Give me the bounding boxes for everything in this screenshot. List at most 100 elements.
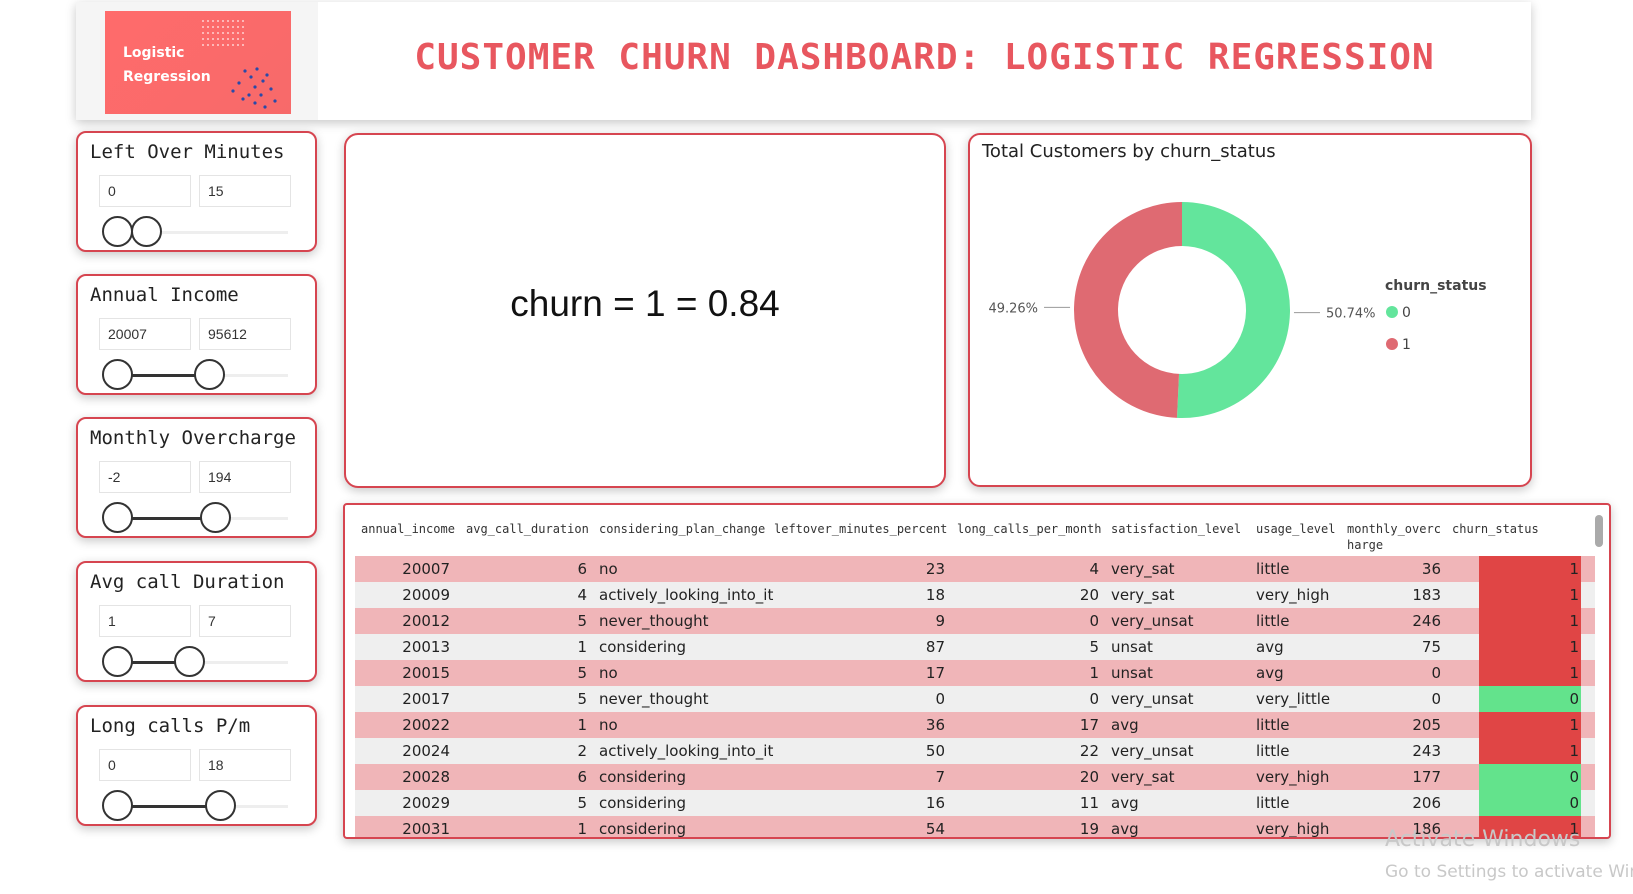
logo-dot [202, 38, 204, 40]
max-value-input[interactable]: 18 [199, 749, 291, 781]
column-header[interactable]: monthly_overc harge [1347, 521, 1441, 553]
table-cell: never_thought [599, 612, 709, 630]
max-value-input[interactable]: 15 [199, 175, 291, 207]
legend-title: churn_status [1385, 278, 1487, 294]
table-cell: actively_looking_into_it [599, 742, 774, 760]
table-row[interactable]: 20012 5 never_thought 9 0 very_unsat little 246… [355, 608, 1595, 634]
logo-dot [263, 105, 267, 109]
max-value-input[interactable]: 7 [199, 605, 291, 637]
table-cell: 1 [577, 820, 587, 838]
table-cell: 5 [577, 690, 587, 708]
slider-max-handle[interactable] [200, 502, 231, 533]
slider-min-handle[interactable] [102, 646, 133, 677]
column-header[interactable]: usage_level [1256, 521, 1335, 537]
customer-table: annual_income avg_call_duration consider… [343, 503, 1611, 839]
column-header[interactable]: annual_income [361, 521, 455, 537]
column-header[interactable]: considering_plan_change [599, 521, 765, 537]
table-cell: very_unsat [1111, 612, 1194, 630]
column-header[interactable]: satisfaction_level [1111, 521, 1241, 537]
min-value-input[interactable]: 0 [99, 175, 191, 207]
table-cell: considering [599, 638, 687, 656]
logo-dot [237, 26, 239, 28]
logo-line1: Logistic [123, 45, 185, 61]
churn-status-cell: 1 [1479, 738, 1581, 764]
column-header[interactable]: leftover_minutes_percent [774, 521, 947, 537]
table-cell: very_sat [1111, 586, 1175, 604]
logo-dot [255, 67, 259, 71]
table-row[interactable]: 20009 4 actively_looking_into_it 18 20 very_s… [355, 582, 1595, 608]
table-cell: very_high [1256, 586, 1330, 604]
slider-min-handle[interactable] [102, 216, 133, 247]
table-cell: avg [1111, 716, 1139, 734]
table-cell: little [1256, 560, 1290, 578]
min-value-input[interactable]: 20007 [99, 318, 191, 350]
slider-max-handle[interactable] [131, 216, 162, 247]
legend-marker-0[interactable] [1386, 306, 1398, 318]
table-cell: 0 [1089, 612, 1099, 630]
table-row[interactable]: 20024 2 actively_looking_into_it 50 22 very_u… [355, 738, 1595, 764]
table-cell: unsat [1111, 638, 1153, 656]
slider-max-handle[interactable] [194, 359, 225, 390]
table-cell: 183 [1412, 586, 1441, 604]
table-cell: 7 [935, 768, 945, 786]
slider-min-handle[interactable] [102, 790, 133, 821]
legend-label-0[interactable]: 0 [1402, 305, 1411, 321]
table-cell: 5 [1089, 638, 1099, 656]
table-cell: 50 [925, 742, 945, 760]
logo-dot [242, 32, 244, 34]
logo-dot [261, 79, 265, 83]
logo-dot [265, 73, 269, 77]
table-row[interactable]: 20017 5 never_thought 0 0 very_unsat very_litt… [355, 686, 1595, 712]
churn-status-cell: 0 [1479, 686, 1581, 712]
logo-dot [242, 20, 244, 22]
table-cell: 0 [1089, 690, 1099, 708]
table-cell: 246 [1412, 612, 1441, 630]
table-cell: 206 [1412, 794, 1441, 812]
table-row[interactable]: 20029 5 considering 16 11 avg little 206 0 [355, 790, 1595, 816]
table-cell: 20012 [402, 612, 450, 630]
table-cell: 20015 [402, 664, 450, 682]
table-cell: 20 [1079, 586, 1099, 604]
column-header[interactable]: long_calls_per_month [957, 521, 1102, 537]
min-value-input[interactable]: 0 [99, 749, 191, 781]
slider-min-handle[interactable] [102, 359, 133, 390]
table-cell: very_unsat [1111, 742, 1194, 760]
table-cell: very_high [1256, 768, 1330, 786]
max-value-input[interactable]: 95612 [199, 318, 291, 350]
table-cell: 20031 [402, 820, 450, 838]
table-cell: 36 [925, 716, 945, 734]
donut-slice-1[interactable] [1073, 202, 1182, 418]
min-value-input[interactable]: 1 [99, 605, 191, 637]
logo-dot [242, 38, 244, 40]
table-cell: 4 [577, 586, 587, 604]
logo-dot [232, 26, 234, 28]
churn-status-cell: 1 [1479, 660, 1581, 686]
table-row[interactable]: 20015 5 no 17 1 unsat avg 0 1 [355, 660, 1595, 686]
legend-marker-1[interactable] [1386, 338, 1398, 350]
vertical-scrollbar[interactable] [1595, 515, 1603, 547]
table-cell: 20022 [402, 716, 450, 734]
slicer-title: Avg call Duration [90, 571, 285, 593]
slicer-left-over-minutes: Left Over Minutes 0 15 [76, 131, 317, 252]
logo-dot [222, 20, 224, 22]
logo-dot [217, 38, 219, 40]
legend-label-1[interactable]: 1 [1402, 337, 1411, 353]
table-cell: very_unsat [1111, 690, 1194, 708]
table-row[interactable]: 20028 6 considering 7 20 very_sat very_high 177… [355, 764, 1595, 790]
table-cell: 2 [577, 742, 587, 760]
table-row[interactable]: 20013 1 considering 87 5 unsat avg 75 1 [355, 634, 1595, 660]
donut-chart-panel: Total Customers by churn_status 50.74% 49… [968, 133, 1532, 487]
slider-max-handle[interactable] [174, 646, 205, 677]
slider-min-handle[interactable] [102, 502, 133, 533]
table-row[interactable]: 20007 6 no 23 4 very_sat little 36 1 [355, 556, 1595, 582]
column-header-line1: monthly_overc [1347, 522, 1441, 536]
slider-max-handle[interactable] [205, 790, 236, 821]
max-value-input[interactable]: 194 [199, 461, 291, 493]
table-row[interactable]: 20022 1 no 36 17 avg little 205 1 [355, 712, 1595, 738]
table-cell: considering [599, 768, 687, 786]
column-header[interactable]: avg_call_duration [466, 521, 589, 537]
min-value-input[interactable]: -2 [99, 461, 191, 493]
logo-dot [202, 26, 204, 28]
column-header[interactable]: churn_status [1452, 521, 1539, 537]
donut-slice-0[interactable] [1176, 202, 1290, 418]
